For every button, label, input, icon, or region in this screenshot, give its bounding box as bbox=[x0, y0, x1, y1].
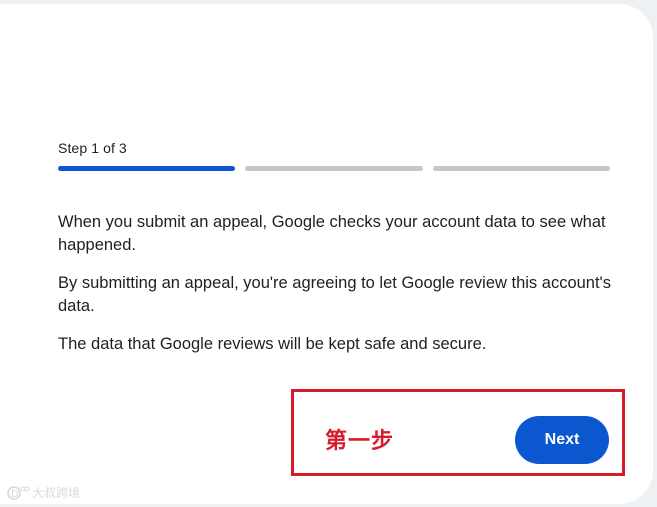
progress-segment-1 bbox=[58, 166, 236, 171]
watermark-logo-icon: D bbox=[7, 485, 30, 500]
paragraph-data-safety: The data that Google reviews will be kep… bbox=[58, 335, 487, 353]
annotation-step-label: 第一步 bbox=[325, 429, 395, 454]
paragraph-appeal-check: When you submit an appeal, Google checks… bbox=[58, 213, 606, 254]
progress-segment-2 bbox=[245, 166, 423, 171]
next-button[interactable]: Next bbox=[515, 416, 609, 464]
watermark: D 大叔跨境 bbox=[6, 484, 80, 501]
step-progress-bar bbox=[58, 166, 610, 171]
paragraph-agreement: By submitting an appeal, you're agreeing… bbox=[58, 274, 611, 315]
watermark-logo-letter: D bbox=[11, 489, 19, 500]
step-indicator-label: Step 1 of 3 bbox=[58, 140, 127, 156]
watermark-text: 大叔跨境 bbox=[32, 486, 81, 500]
progress-segment-3 bbox=[432, 166, 610, 171]
